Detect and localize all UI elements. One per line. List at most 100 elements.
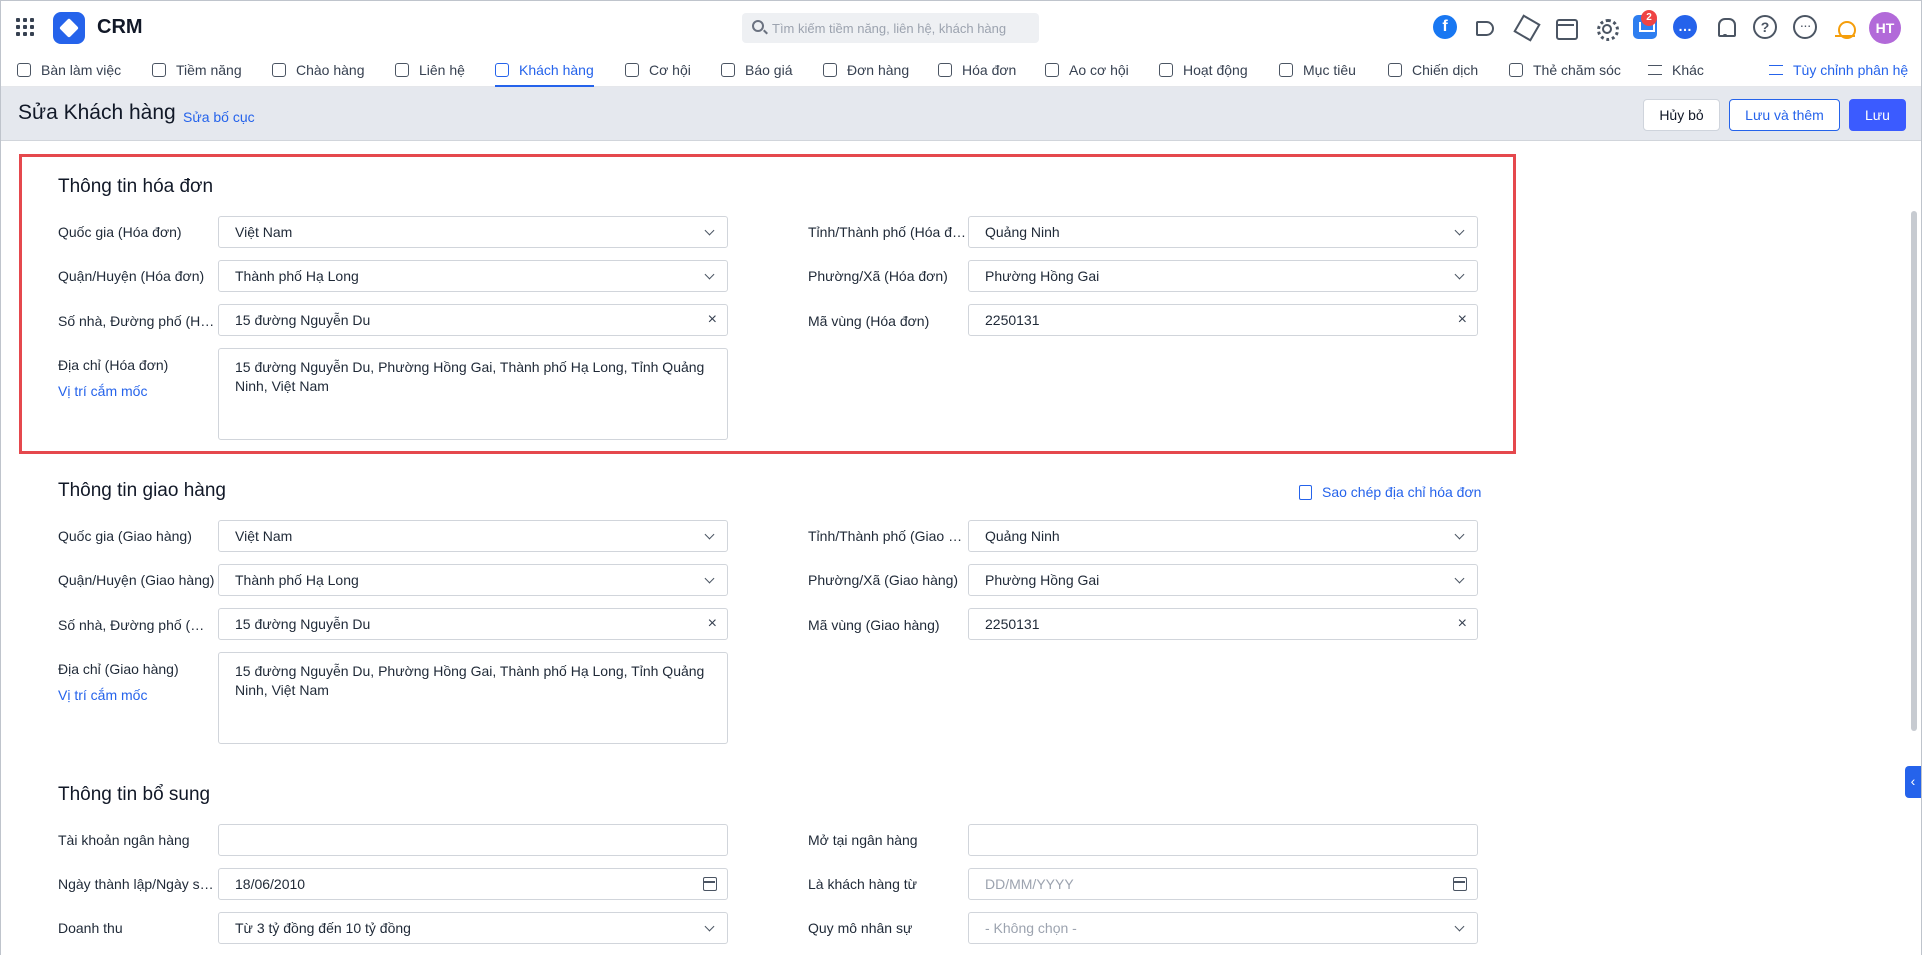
chevron-down-icon bbox=[1454, 225, 1465, 236]
magnet-icon bbox=[272, 63, 286, 77]
nav-item-invoices[interactable]: Hóa đơn bbox=[938, 53, 1016, 87]
select-value: Phường Hồng Gai bbox=[985, 572, 1100, 588]
nav-item-orders[interactable]: Đơn hàng bbox=[823, 53, 909, 87]
select-value: Việt Nam bbox=[235, 224, 293, 240]
contact-icon bbox=[395, 63, 409, 77]
sunrise-icon[interactable] bbox=[1833, 15, 1857, 39]
calendar-icon[interactable] bbox=[1453, 877, 1467, 891]
nav-label: Bàn làm việc bbox=[41, 62, 122, 78]
bank-account-input[interactable] bbox=[218, 824, 728, 856]
nav-item-leads[interactable]: Tiềm năng bbox=[152, 53, 242, 87]
shipping-province-select[interactable]: Quảng Ninh bbox=[968, 520, 1478, 552]
billing-ward-select[interactable]: Phường Hồng Gai bbox=[968, 260, 1478, 292]
nav-item-opportunity-pool[interactable]: Ao cơ hội bbox=[1045, 53, 1129, 87]
clear-icon[interactable]: × bbox=[1458, 311, 1467, 329]
help-icon[interactable]: ? bbox=[1753, 15, 1777, 39]
billing-country-label: Quốc gia (Hóa đơn) bbox=[58, 224, 182, 240]
shipping-zip-input[interactable]: 2250131 × bbox=[968, 608, 1478, 640]
nav-item-offers[interactable]: Chào hàng bbox=[272, 53, 365, 87]
shipping-landmark-link[interactable]: Vị trí cắm mốc bbox=[58, 687, 147, 703]
shipping-country-select[interactable]: Việt Nam bbox=[218, 520, 728, 552]
bank-account-label: Tài khoản ngân hàng bbox=[58, 832, 190, 848]
billing-landmark-link[interactable]: Vị trí cắm mốc bbox=[58, 383, 147, 399]
save-and-add-button[interactable]: Lưu và thêm bbox=[1729, 99, 1840, 131]
nav-item-opportunities[interactable]: Cơ hội bbox=[625, 53, 691, 87]
activity-icon bbox=[1159, 63, 1173, 77]
nav-label: Mục tiêu bbox=[1303, 62, 1356, 78]
top-bar: CRM Tìm kiếm tiềm năng, liên hệ, khách h… bbox=[1, 1, 1921, 53]
cart-icon bbox=[823, 63, 837, 77]
module-nav: Bàn làm việc Tiềm năng Chào hàng Liên hệ… bbox=[1, 53, 1921, 87]
megaphone-icon[interactable] bbox=[1473, 15, 1497, 39]
select-value: - Không chọn - bbox=[985, 920, 1077, 936]
billing-district-select[interactable]: Thành phố Hạ Long bbox=[218, 260, 728, 292]
nav-item-campaigns[interactable]: Chiến dịch bbox=[1388, 53, 1478, 87]
shipping-street-input[interactable]: 15 đường Nguyễn Du × bbox=[218, 608, 728, 640]
more-options-icon[interactable]: ··· bbox=[1793, 15, 1817, 39]
package-icon[interactable] bbox=[1513, 15, 1537, 39]
founded-date-label: Ngày thành lập/Ngày sinh bbox=[58, 876, 215, 892]
settings-gear-icon[interactable] bbox=[1593, 15, 1619, 41]
side-panel-toggle[interactable]: ‹ bbox=[1905, 766, 1921, 798]
billing-address-textarea[interactable]: 15 đường Nguyễn Du, Phường Hồng Gai, Thà… bbox=[218, 348, 728, 440]
bell-icon[interactable] bbox=[1713, 15, 1737, 39]
customer-since-input[interactable]: DD/MM/YYYY bbox=[968, 868, 1478, 900]
care-icon bbox=[1509, 63, 1523, 77]
clear-icon[interactable]: × bbox=[1458, 615, 1467, 633]
clear-icon[interactable]: × bbox=[708, 311, 717, 329]
cancel-button[interactable]: Hủy bỏ bbox=[1643, 99, 1720, 131]
chat-icon[interactable]: … bbox=[1673, 15, 1697, 39]
shipping-country-label: Quốc gia (Giao hàng) bbox=[58, 528, 192, 544]
founded-date-input[interactable]: 18/06/2010 bbox=[218, 868, 728, 900]
shipping-district-select[interactable]: Thành phố Hạ Long bbox=[218, 564, 728, 596]
nav-label: Hóa đơn bbox=[962, 62, 1017, 78]
shipping-street-label: Số nhà, Đường phố (Giao hàng) bbox=[58, 617, 215, 633]
chevron-down-icon bbox=[1454, 269, 1465, 280]
vertical-scrollbar[interactable] bbox=[1911, 211, 1917, 731]
select-value: Việt Nam bbox=[235, 528, 293, 544]
bank-name-input[interactable] bbox=[968, 824, 1478, 856]
nav-item-customers[interactable]: Khách hàng bbox=[495, 53, 594, 87]
app-grid-icon[interactable] bbox=[16, 18, 34, 36]
copy-billing-address-link[interactable]: Sao chép địa chỉ hóa đơn bbox=[1299, 484, 1481, 500]
facebook-icon[interactable]: f bbox=[1433, 15, 1457, 39]
target-icon bbox=[1279, 63, 1293, 77]
billing-country-select[interactable]: Việt Nam bbox=[218, 216, 728, 248]
select-value: Thành phố Hạ Long bbox=[235, 268, 359, 284]
nav-item-more[interactable]: Khác bbox=[1648, 53, 1704, 87]
cart-notification-badge: 2 bbox=[1641, 10, 1657, 26]
user-avatar[interactable]: HT bbox=[1869, 12, 1901, 44]
billing-zip-input[interactable]: 2250131 × bbox=[968, 304, 1478, 336]
nav-label: Khách hàng bbox=[519, 62, 594, 78]
copy-icon bbox=[1299, 484, 1312, 500]
shipping-district-label: Quận/Huyện (Giao hàng) bbox=[58, 572, 215, 588]
nav-item-workspace[interactable]: Bàn làm việc bbox=[17, 53, 121, 87]
nav-item-care-cards[interactable]: Thẻ chăm sóc bbox=[1509, 53, 1621, 87]
calendar-icon[interactable] bbox=[703, 877, 717, 891]
input-placeholder: DD/MM/YYYY bbox=[985, 876, 1074, 892]
calendar-icon[interactable] bbox=[1553, 15, 1578, 40]
customize-modules-link[interactable]: Tùy chỉnh phân hệ bbox=[1769, 53, 1908, 87]
nav-item-goals[interactable]: Mục tiêu bbox=[1279, 53, 1356, 87]
billing-street-input[interactable]: 15 đường Nguyễn Du × bbox=[218, 304, 728, 336]
nav-item-contacts[interactable]: Liên hệ bbox=[395, 53, 465, 87]
clear-icon[interactable]: × bbox=[708, 615, 717, 633]
revenue-select[interactable]: Từ 3 tỷ đồng đến 10 tỷ đồng bbox=[218, 912, 728, 944]
billing-province-select[interactable]: Quảng Ninh bbox=[968, 216, 1478, 248]
funnel-icon bbox=[1045, 63, 1059, 77]
nav-label: Cơ hội bbox=[649, 62, 691, 78]
home-icon bbox=[17, 63, 31, 77]
save-button[interactable]: Lưu bbox=[1849, 99, 1906, 131]
shipping-address-textarea[interactable]: 15 đường Nguyễn Du, Phường Hồng Gai, Thà… bbox=[218, 652, 728, 744]
shipping-ward-select[interactable]: Phường Hồng Gai bbox=[968, 564, 1478, 596]
nav-item-quotes[interactable]: Báo giá bbox=[721, 53, 792, 87]
edit-layout-link[interactable]: Sửa bố cục bbox=[183, 109, 255, 125]
nav-label: Tiềm năng bbox=[176, 62, 242, 78]
search-input[interactable]: Tìm kiếm tiềm năng, liên hệ, khách hàng bbox=[742, 13, 1039, 43]
crm-logo-icon[interactable] bbox=[53, 12, 85, 44]
nav-label: Hoạt động bbox=[1183, 62, 1248, 78]
nav-label: Khác bbox=[1672, 62, 1704, 78]
nav-item-activities[interactable]: Hoạt động bbox=[1159, 53, 1248, 87]
staff-size-select[interactable]: - Không chọn - bbox=[968, 912, 1478, 944]
search-placeholder: Tìm kiếm tiềm năng, liên hệ, khách hàng bbox=[772, 21, 1007, 36]
